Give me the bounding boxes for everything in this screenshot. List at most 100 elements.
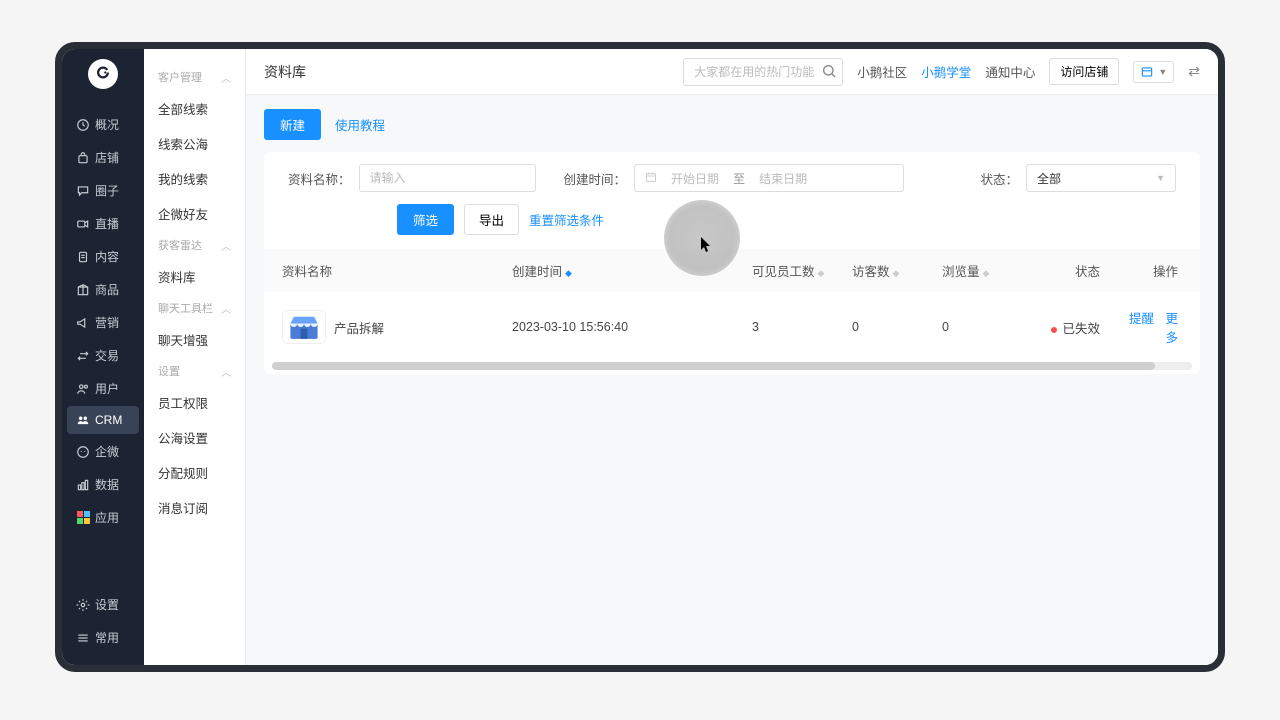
- nav-label: 商品: [95, 281, 119, 298]
- status-select[interactable]: 全部 ▼: [1026, 164, 1176, 192]
- filter-button[interactable]: 筛选: [397, 204, 454, 235]
- nav-label: CRM: [95, 413, 122, 427]
- item-name: 产品拆解: [334, 318, 384, 337]
- horizontal-scrollbar[interactable]: [272, 362, 1192, 370]
- sidebar-item[interactable]: 线索公海: [144, 126, 245, 161]
- chevron-up-icon: ︿: [221, 301, 231, 316]
- logo[interactable]: [88, 59, 118, 89]
- item-thumbnail: [282, 310, 326, 344]
- topbar: 资料库 小鹅社区 小鹅学堂 通知中心 访问店铺 ▼ ⇄: [246, 49, 1218, 95]
- nav-item-marketing[interactable]: 营销: [67, 307, 139, 338]
- status-value: 全部: [1037, 170, 1061, 187]
- date-range-input[interactable]: 开始日期 至 结束日期: [634, 164, 904, 192]
- sidebar-item[interactable]: 资料库: [144, 259, 245, 294]
- swap-icon[interactable]: ⇄: [1188, 63, 1200, 80]
- reset-filter-link[interactable]: 重置筛选条件: [529, 210, 604, 229]
- col-ops: 操作: [1106, 261, 1188, 280]
- page-title: 资料库: [264, 62, 306, 82]
- visit-shop-button[interactable]: 访问店铺: [1049, 58, 1119, 85]
- sidebar-item[interactable]: 聊天增强: [144, 322, 245, 357]
- gear-icon: [76, 598, 90, 612]
- cell-emp: 3: [746, 320, 846, 334]
- nav-item-crm[interactable]: CRM: [67, 406, 139, 434]
- primary-nav: 概况店铺圈子直播内容商品营销交易用户 CRM 企微数据应用 设置常用: [62, 49, 144, 665]
- sidebar-group-title[interactable]: 获客雷达︿: [144, 231, 245, 259]
- chevron-down-icon: ▼: [1158, 67, 1167, 77]
- bag-icon: [76, 151, 90, 165]
- nav-item-circle[interactable]: 圈子: [67, 175, 139, 206]
- sidebar-group-title[interactable]: 设置︿: [144, 357, 245, 385]
- sort-icon: ◆: [983, 268, 990, 278]
- nav-item-content[interactable]: 内容: [67, 241, 139, 272]
- filter-status-label: 状态：: [980, 169, 1018, 188]
- status-dot-icon: [1051, 327, 1057, 333]
- nav-label: 数据: [95, 476, 119, 493]
- chevron-up-icon: ︿: [221, 70, 231, 85]
- swap-icon: [76, 349, 90, 363]
- clock-icon: [76, 118, 90, 132]
- search-input[interactable]: [683, 58, 843, 86]
- chevron-up-icon: ︿: [221, 364, 231, 379]
- nav-item-overview[interactable]: 概况: [67, 109, 139, 140]
- sort-icon: ◆: [565, 268, 572, 278]
- table-row[interactable]: 产品拆解 2023-03-10 15:56:40 3 0 0 已失效 提醒 更多: [264, 292, 1200, 362]
- nav-item-goods[interactable]: 商品: [67, 274, 139, 305]
- sidebar-item[interactable]: 我的线索: [144, 161, 245, 196]
- calendar-icon: [645, 171, 657, 186]
- crm-icon: [76, 413, 90, 427]
- cell-vis: 0: [846, 320, 936, 334]
- tutorial-link[interactable]: 使用教程: [335, 115, 385, 134]
- search-input-wrap: [683, 58, 843, 86]
- nav-label: 设置: [95, 596, 119, 613]
- sidebar-group-title[interactable]: 聊天工具栏︿: [144, 294, 245, 322]
- sort-icon: ◆: [818, 268, 825, 278]
- chevron-down-icon: ▼: [1156, 173, 1165, 183]
- col-vis[interactable]: 访客数◆: [846, 261, 936, 280]
- table: 资料名称 创建时间◆ 可见员工数◆ 访客数◆ 浏览量◆ 状态 操作: [264, 249, 1200, 370]
- nav-item-shop[interactable]: 店铺: [67, 142, 139, 173]
- shop-switcher[interactable]: ▼: [1133, 61, 1174, 83]
- more-link[interactable]: 更多: [1165, 312, 1178, 345]
- people-icon: [76, 382, 90, 396]
- wechat-icon: [76, 445, 90, 459]
- link-notify[interactable]: 通知中心: [985, 62, 1035, 81]
- export-button[interactable]: 导出: [464, 204, 519, 235]
- cell-time: 2023-03-10 15:56:40: [506, 320, 746, 334]
- video-icon: [76, 217, 90, 231]
- col-view[interactable]: 浏览量◆: [936, 261, 1026, 280]
- sidebar-item[interactable]: 消息订阅: [144, 490, 245, 525]
- cell-view: 0: [936, 320, 1026, 334]
- nav-item-qw[interactable]: 企微: [67, 436, 139, 467]
- nav-item-trade[interactable]: 交易: [67, 340, 139, 371]
- search-icon[interactable]: [821, 63, 837, 82]
- nav-item-apps[interactable]: 应用: [67, 502, 139, 533]
- nav-label: 营销: [95, 314, 119, 331]
- sidebar-item[interactable]: 员工权限: [144, 385, 245, 420]
- sidebar-item[interactable]: 企微好友: [144, 196, 245, 231]
- sidebar-group-title[interactable]: 客户管理︿: [144, 63, 245, 91]
- nav-label: 常用: [95, 629, 119, 646]
- col-time[interactable]: 创建时间◆: [506, 261, 746, 280]
- apps-icon: [76, 511, 90, 524]
- sidebar-item[interactable]: 分配规则: [144, 455, 245, 490]
- nav-label: 圈子: [95, 182, 119, 199]
- nav-item-user[interactable]: 用户: [67, 373, 139, 404]
- sidebar-item[interactable]: 全部线索: [144, 91, 245, 126]
- filter-name-label: 资料名称：: [288, 169, 351, 188]
- main-area: 资料库 小鹅社区 小鹅学堂 通知中心 访问店铺 ▼ ⇄ 新建 使用教程: [246, 49, 1218, 665]
- link-school[interactable]: 小鹅学堂: [921, 62, 971, 81]
- nav-label: 店铺: [95, 149, 119, 166]
- nav-label: 概况: [95, 116, 119, 133]
- filter-time-label: 创建时间：: [564, 169, 627, 188]
- remind-link[interactable]: 提醒: [1129, 312, 1154, 326]
- nav-item-settings[interactable]: 设置: [67, 589, 139, 620]
- nav-item-live[interactable]: 直播: [67, 208, 139, 239]
- col-emp[interactable]: 可见员工数◆: [746, 261, 846, 280]
- link-community[interactable]: 小鹅社区: [857, 62, 907, 81]
- nav-item-data[interactable]: 数据: [67, 469, 139, 500]
- chart-icon: [76, 478, 90, 492]
- filter-name-input[interactable]: [359, 164, 536, 192]
- new-button[interactable]: 新建: [264, 109, 321, 140]
- sidebar-item[interactable]: 公海设置: [144, 420, 245, 455]
- nav-item-favorites[interactable]: 常用: [67, 622, 139, 653]
